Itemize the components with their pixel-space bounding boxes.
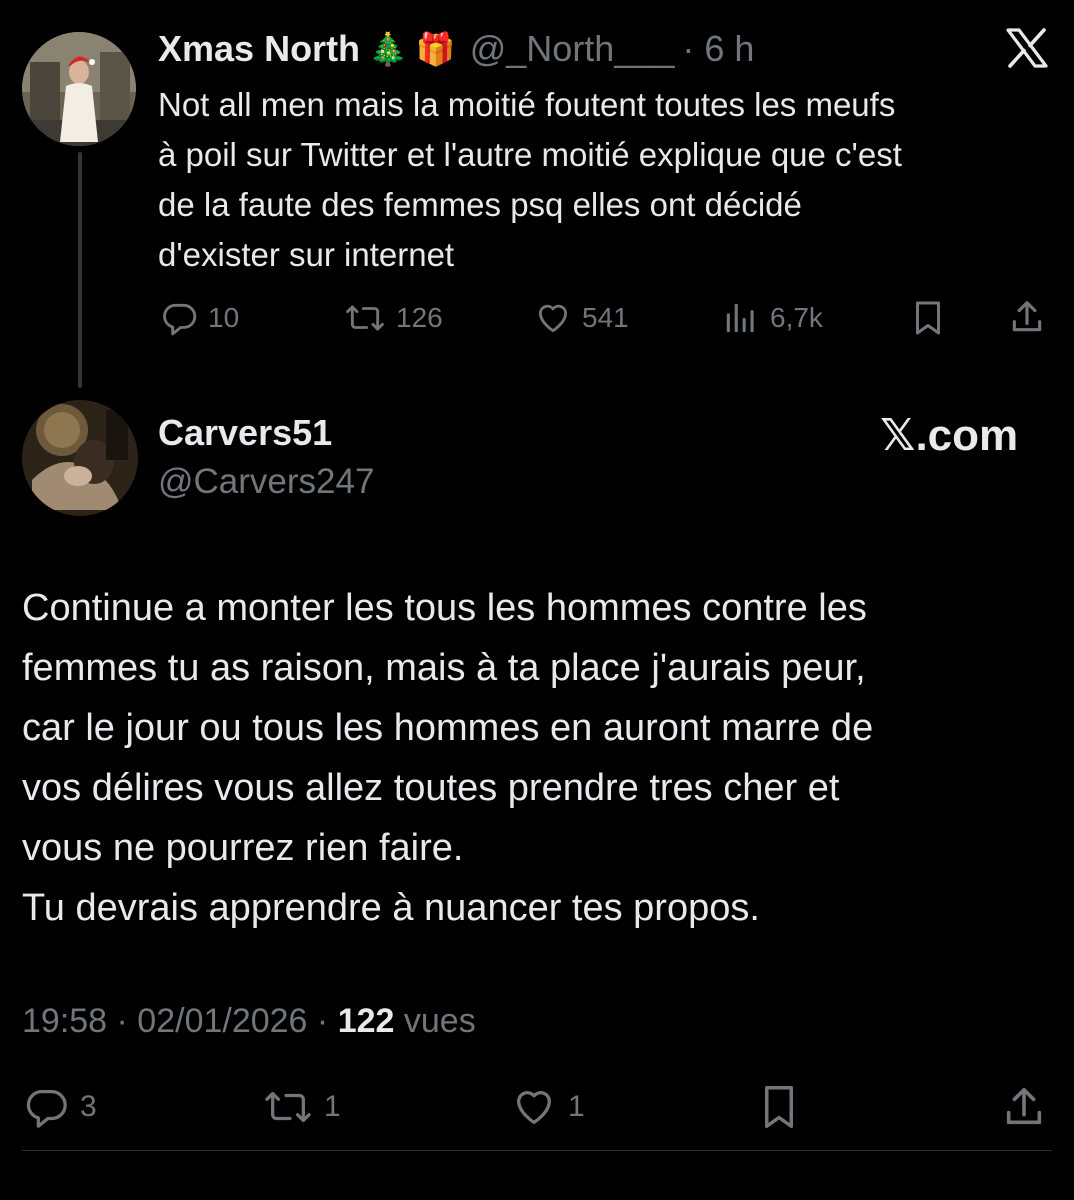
tweet-timestamp[interactable]: 19:58 · 02/01/2026 · bbox=[22, 1002, 328, 1040]
x-com-brand: 𝕏.com bbox=[880, 411, 1019, 460]
like-button[interactable]: 541 bbox=[534, 298, 629, 338]
repost-icon bbox=[344, 299, 386, 337]
quoted-tweet-header: Xmas North 🎄 🎁 @_North___ · 6 h bbox=[158, 26, 754, 72]
text-line: de la faute des femmes psq elles ont déc… bbox=[158, 186, 802, 223]
reply-count: 3 bbox=[80, 1090, 97, 1123]
repost-count: 1 bbox=[324, 1090, 341, 1123]
avatar-carvers51[interactable] bbox=[22, 400, 138, 516]
repost-icon bbox=[262, 1084, 314, 1130]
avatar-xmas-north[interactable] bbox=[22, 32, 136, 146]
views-icon bbox=[722, 299, 760, 337]
display-name[interactable]: Xmas North bbox=[158, 28, 360, 70]
like-button[interactable]: 1 bbox=[510, 1084, 585, 1130]
share-icon[interactable] bbox=[1000, 1084, 1048, 1130]
like-icon bbox=[534, 299, 572, 337]
text-line: car le jour ou tous les hommes en auront… bbox=[22, 707, 874, 749]
tweet-time[interactable]: · 6 h bbox=[682, 28, 754, 70]
handle[interactable]: @_North___ bbox=[470, 28, 675, 70]
repost-count: 126 bbox=[396, 302, 443, 333]
thread-line bbox=[78, 152, 82, 388]
gift-emoji: 🎁 bbox=[415, 31, 456, 67]
reply-button[interactable]: 3 bbox=[22, 1084, 97, 1130]
like-count: 1 bbox=[568, 1090, 585, 1123]
reply-count: 10 bbox=[208, 302, 240, 333]
reply-icon bbox=[160, 299, 198, 337]
like-count: 541 bbox=[582, 302, 629, 333]
share-icon[interactable] bbox=[1008, 298, 1046, 336]
text-line: d'exister sur internet bbox=[158, 236, 455, 273]
views-count: 6,7k bbox=[770, 302, 823, 333]
views-label: vues bbox=[403, 1002, 476, 1040]
views-button[interactable]: 6,7k bbox=[722, 298, 823, 338]
repost-button[interactable]: 1 bbox=[262, 1084, 341, 1130]
reply-button[interactable]: 10 bbox=[160, 298, 239, 338]
reply-icon bbox=[22, 1084, 70, 1130]
views-count: 122 bbox=[337, 1002, 395, 1040]
text-line: Continue a monter les tous les hommes co… bbox=[22, 587, 867, 629]
bookmark-icon[interactable] bbox=[910, 298, 946, 338]
text-line: à poil sur Twitter et l'autre moitié exp… bbox=[158, 136, 902, 173]
like-icon bbox=[510, 1084, 558, 1130]
repost-button[interactable]: 126 bbox=[344, 298, 443, 338]
reply-tweet-text: Continue a monter les tous les hommes co… bbox=[22, 578, 873, 938]
reply-handle[interactable]: @Carvers247 bbox=[158, 462, 374, 502]
divider bbox=[22, 1150, 1052, 1151]
bookmark-icon[interactable] bbox=[758, 1082, 800, 1132]
christmas-tree-emoji: 🎄 bbox=[368, 31, 408, 67]
quoted-tweet-text: Not all men mais la moitié foutent toute… bbox=[158, 80, 902, 280]
text-line: femmes tu as raison, mais à ta place j'a… bbox=[22, 647, 866, 689]
tweet-metadata: 19:58 · 02/01/2026 · 122 vues bbox=[22, 1002, 476, 1041]
x-logo-icon[interactable] bbox=[1006, 28, 1048, 68]
text-line: Tu devrais apprendre à nuancer tes propo… bbox=[22, 887, 760, 929]
reply-display-name[interactable]: Carvers51 bbox=[158, 412, 332, 454]
text-line: Not all men mais la moitié foutent toute… bbox=[158, 86, 896, 123]
text-line: vos délires vous allez toutes prendre tr… bbox=[22, 767, 840, 809]
text-line: vous ne pourrez rien faire. bbox=[22, 827, 464, 869]
